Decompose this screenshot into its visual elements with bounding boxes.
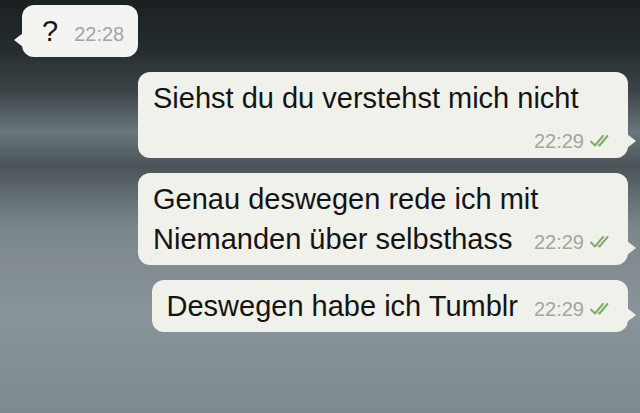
message-row: Deswegen habe ich Tumblr 22:29 — [22, 280, 628, 332]
double-check-icon — [590, 134, 614, 148]
double-check-icon — [590, 302, 614, 316]
message-meta: 22:28 — [74, 23, 124, 45]
message-text: Deswegen habe ich Tumblr — [167, 290, 518, 322]
message-bubble[interactable]: Siehst du du verstehst mich nicht 22:29 — [138, 72, 628, 158]
message-meta: 22:29 — [534, 231, 614, 253]
message-meta: 22:29 — [534, 130, 614, 152]
message-bubble[interactable]: Genau deswegen rede ich mit Niemanden üb… — [138, 173, 628, 265]
double-check-icon — [590, 235, 614, 249]
message-row: Genau deswegen rede ich mit Niemanden üb… — [22, 173, 628, 265]
message-time: 22:28 — [74, 23, 124, 45]
message-row: Siehst du du verstehst mich nicht 22:29 — [22, 72, 628, 158]
message-text: Genau deswegen rede ich mit Niemanden üb… — [153, 183, 538, 255]
message-text: ? — [42, 15, 58, 47]
message-bubble[interactable]: Deswegen habe ich Tumblr 22:29 — [152, 280, 628, 332]
chat-background-photo: ? 22:28 Siehst du du verstehst mich nicht 2… — [0, 0, 640, 413]
message-row: ? 22:28 — [22, 5, 628, 57]
chat-screen: ? 22:28 Siehst du du verstehst mich nicht 2… — [0, 0, 640, 413]
message-bubble[interactable]: ? 22:28 — [22, 5, 138, 57]
message-time: 22:29 — [534, 130, 584, 152]
message-text: Siehst du du verstehst mich nicht — [153, 82, 579, 114]
message-time: 22:29 — [534, 298, 584, 320]
message-meta: 22:29 — [534, 298, 614, 320]
message-time: 22:29 — [534, 231, 584, 253]
